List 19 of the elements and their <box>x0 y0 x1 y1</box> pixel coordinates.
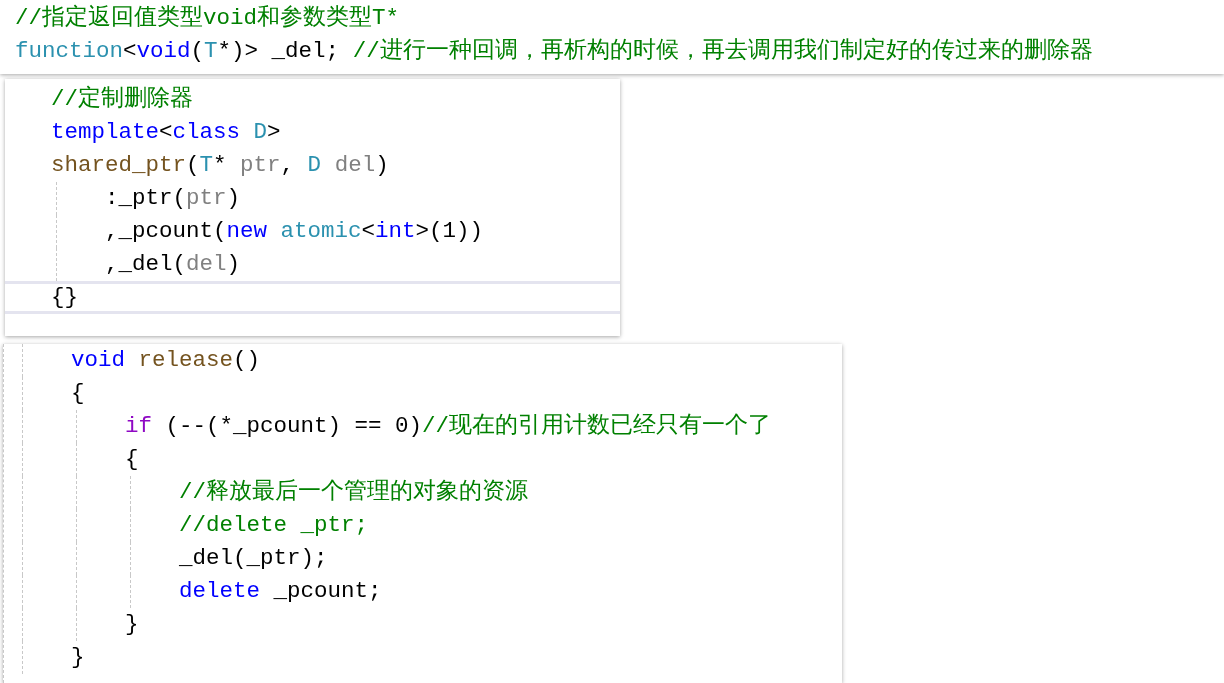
code-line: shared_ptr(T* ptr, D del) <box>51 152 389 178</box>
code-line: void release() <box>70 347 261 373</box>
code-line: { <box>70 380 85 406</box>
code-line: } <box>70 644 85 670</box>
code-line: //定制删除器 <box>51 86 193 112</box>
code-line: ,_del(del) <box>104 251 241 277</box>
code-line: delete _pcount; <box>178 578 382 604</box>
code-line: ,_pcount(new atomic<int>(1)) <box>104 218 484 244</box>
code-line: {} <box>51 284 78 310</box>
code-line: { <box>124 446 139 472</box>
code-line: function<void(T*)> _del; //进行一种回调，再析构的时候，再去调用我们制定好的传过来的删除器 <box>15 38 1093 64</box>
code-line: } <box>124 611 139 637</box>
code-line: :_ptr(ptr) <box>104 185 241 211</box>
code-line: template<class D> <box>51 119 281 145</box>
code-line: //释放最后一个管理的对象的资源 <box>178 479 529 505</box>
code-line: if (--(*_pcount) == 0)//现在的引用计数已经只有一个了 <box>124 413 772 439</box>
code-line: //delete _ptr; <box>178 512 369 538</box>
code-line: _del(_ptr); <box>178 545 328 571</box>
code-line: //指定返回值类型void和参数类型T* <box>15 5 400 31</box>
